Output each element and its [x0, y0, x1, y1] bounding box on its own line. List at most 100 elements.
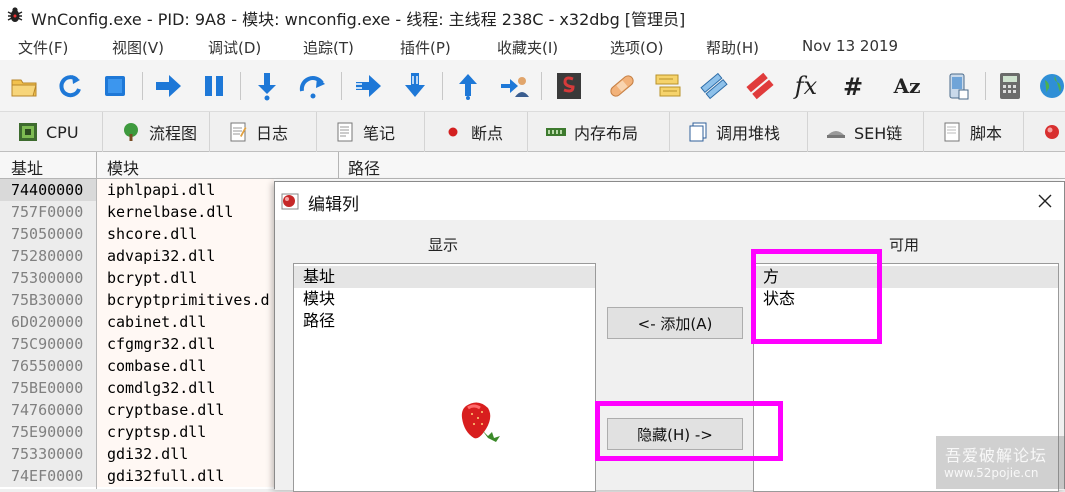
- column-divider[interactable]: [338, 152, 339, 179]
- patch-icon[interactable]: [606, 70, 638, 102]
- list-item[interactable]: 模块: [294, 288, 595, 310]
- menu-favourites[interactable]: 收藏夹(I): [497, 37, 558, 58]
- variables-icon[interactable]: #: [837, 70, 869, 102]
- toolbar-separator: [240, 72, 241, 100]
- tab-label: 流程图: [149, 124, 198, 143]
- symbols-icon: [1045, 125, 1059, 139]
- list-item[interactable]: 基址: [294, 266, 595, 288]
- globe-icon[interactable]: [1036, 70, 1065, 102]
- restart-icon[interactable]: [54, 70, 86, 102]
- open-folder-icon[interactable]: [8, 70, 40, 102]
- toolbar: fx # Az: [0, 60, 1065, 112]
- functions-icon[interactable]: fx: [790, 70, 822, 102]
- tab-label: CPU: [46, 122, 79, 142]
- tab-label: 脚本: [970, 124, 1003, 143]
- base-address-cell: 74EF0000: [0, 465, 96, 487]
- hash-label: #: [842, 71, 864, 101]
- dialog-app-icon: [281, 193, 299, 210]
- tab-breakpoints[interactable]: 断点: [425, 112, 528, 152]
- tab-label: 笔记: [363, 124, 396, 143]
- execute-till-return-icon[interactable]: [452, 70, 484, 102]
- menu-file[interactable]: 文件(F): [18, 37, 68, 58]
- module-name-cell: gdi32full.dll: [96, 465, 274, 487]
- base-address-cell: 75330000: [0, 443, 96, 465]
- table-header: 基址 模块 路径: [0, 152, 1065, 179]
- step-into-icon[interactable]: [251, 70, 283, 102]
- tab-graph[interactable]: 流程图: [103, 112, 210, 152]
- tab-symbols[interactable]: [1024, 112, 1065, 152]
- close-icon: [1038, 194, 1052, 208]
- module-name-cell: comdlg32.dll: [96, 377, 274, 399]
- module-name-cell: bcrypt.dll: [96, 267, 274, 289]
- memory-icon: [546, 128, 566, 136]
- animate-over-icon[interactable]: [353, 70, 385, 102]
- tab-call-stack[interactable]: 调用堆栈: [670, 112, 808, 152]
- shown-columns-list[interactable]: 基址 模块 路径: [293, 263, 596, 492]
- watermark-title: 吾爱破解论坛: [945, 446, 1048, 465]
- base-address-cell: 74760000: [0, 399, 96, 421]
- module-name-cell: shcore.dll: [96, 223, 274, 245]
- comments-icon[interactable]: [652, 70, 684, 102]
- module-name-cell: iphlpapi.dll: [96, 179, 274, 201]
- module-name-cell: cryptsp.dll: [96, 421, 274, 443]
- tab-memory-map[interactable]: 内存布局: [528, 112, 670, 152]
- run-to-user-code-icon[interactable]: [498, 70, 530, 102]
- highlight-box-available: [751, 249, 882, 344]
- labels-icon[interactable]: [698, 70, 730, 102]
- module-name-cell: advapi32.dll: [96, 245, 274, 267]
- column-header-base[interactable]: 基址: [11, 155, 43, 179]
- module-name-cell: gdi32.dll: [96, 443, 274, 465]
- seh-icon: [827, 131, 845, 138]
- tab-notes[interactable]: 笔记: [317, 112, 425, 152]
- base-address-cell: 75E90000: [0, 421, 96, 443]
- tab-label: 调用堆栈: [716, 124, 781, 143]
- tab-label: SEH链: [854, 124, 903, 143]
- close-button[interactable]: [1032, 188, 1058, 214]
- menu-debug[interactable]: 调试(D): [208, 37, 261, 58]
- animate-into-icon[interactable]: [399, 70, 431, 102]
- title-bar: WnConfig.exe - PID: 9A8 - 模块: wnconfig.e…: [0, 0, 1065, 33]
- log-icon: [230, 122, 247, 142]
- base-address-cell: 74400000: [0, 179, 96, 201]
- tab-log[interactable]: 日志: [210, 112, 317, 152]
- available-columns-label: 可用: [889, 236, 920, 254]
- module-name-cell: bcryptprimitives.d: [96, 289, 274, 311]
- column-divider: [96, 179, 97, 489]
- run-icon[interactable]: [152, 70, 184, 102]
- calculator-icon[interactable]: [994, 70, 1026, 102]
- menu-plugins[interactable]: 插件(P): [400, 37, 451, 58]
- module-name-cell: cabinet.dll: [96, 311, 274, 333]
- notes-icon: [337, 122, 353, 142]
- tab-cpu[interactable]: CPU: [0, 112, 103, 152]
- watermark-url: www.52pojie.cn: [944, 466, 1039, 480]
- toolbar-separator: [142, 72, 143, 100]
- tab-script[interactable]: 脚本: [924, 112, 1024, 152]
- column-divider[interactable]: [96, 152, 97, 179]
- module-name-cell: combase.dll: [96, 355, 274, 377]
- scylla-icon[interactable]: [553, 70, 585, 102]
- menu-view[interactable]: 视图(V): [112, 37, 164, 58]
- font-icon[interactable]: Az: [891, 70, 923, 102]
- column-header-path[interactable]: 路径: [348, 155, 380, 179]
- menu-trace[interactable]: 追踪(T): [303, 37, 354, 58]
- list-item[interactable]: 路径: [294, 310, 595, 332]
- highlight-box-hide-button: [595, 401, 783, 461]
- column-header-module[interactable]: 模块: [107, 155, 139, 179]
- tree-icon: [124, 123, 138, 141]
- tab-label: 日志: [256, 124, 289, 143]
- bookmarks-icon[interactable]: [744, 70, 776, 102]
- menu-help[interactable]: 帮助(H): [706, 37, 759, 58]
- module-name-cell: cfgmgr32.dll: [96, 333, 274, 355]
- device-icon[interactable]: [941, 70, 973, 102]
- cpu-icon: [19, 123, 37, 141]
- toolbar-separator: [442, 72, 443, 100]
- base-address-cell: 6D020000: [0, 311, 96, 333]
- pause-icon[interactable]: [198, 70, 230, 102]
- step-over-icon[interactable]: [297, 70, 329, 102]
- tab-seh-chain[interactable]: SEH链: [808, 112, 924, 152]
- dialog-title: 编辑列: [308, 195, 359, 215]
- menu-bar: 文件(F) 视图(V) 调试(D) 追踪(T) 插件(P) 收藏夹(I) 选项(…: [0, 33, 1065, 60]
- stop-icon[interactable]: [99, 70, 131, 102]
- add-column-button[interactable]: <- 添加(A): [607, 307, 743, 339]
- menu-options[interactable]: 选项(O): [610, 37, 664, 58]
